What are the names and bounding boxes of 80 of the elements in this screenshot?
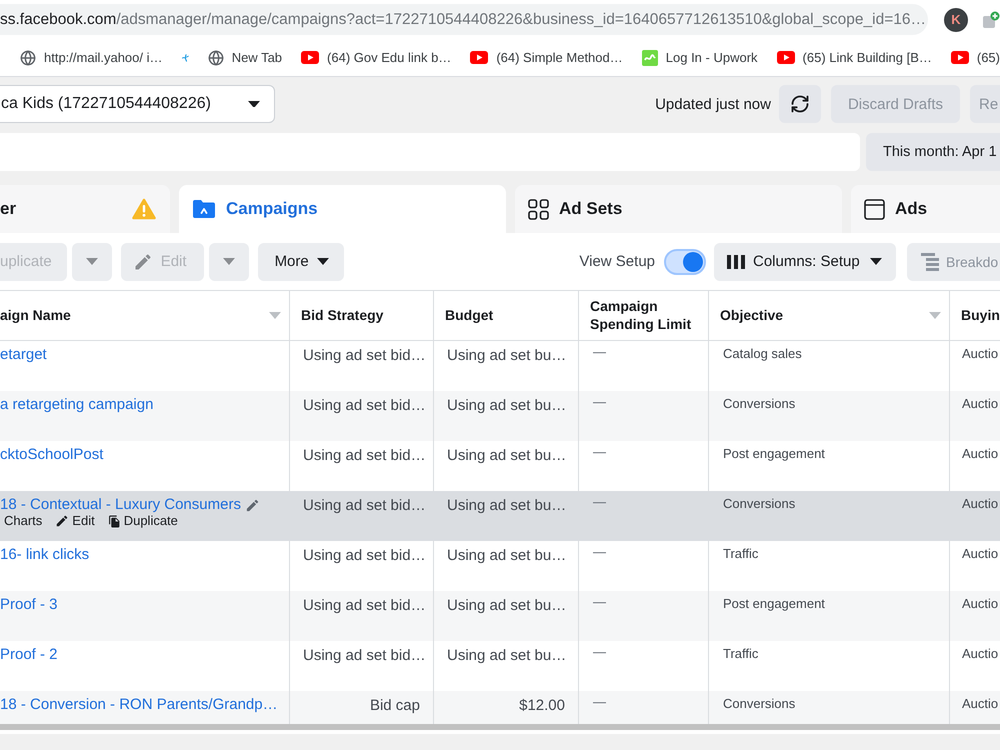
- columns-icon: [727, 254, 745, 268]
- table-cell-text: Auctio: [961, 445, 1000, 463]
- bookmark-link[interactable]: Log In - Upwork: [642, 50, 758, 66]
- table-row[interactable]: 16- link clicks Using ad set bid… Using ad set bu… — Traffic Auctio: [0, 541, 1000, 591]
- globe-icon: [20, 50, 36, 66]
- bookmark-link[interactable]: (64) Gov Edu link b…: [301, 50, 452, 65]
- table-cell-text: Auctio: [961, 345, 1000, 363]
- column-header[interactable]: Campaign Spending Limit: [590, 298, 700, 333]
- campaign-name-link[interactable]: 18 - Conversion - RON Parents/Grandp…: [0, 695, 278, 715]
- table-row[interactable]: cktoSchoolPost Using ad set bid… Using ad set bu… — Post engagement Auctio: [0, 441, 1000, 491]
- campaign-name-link[interactable]: 18 - Contextual - Luxury Consumers: [0, 495, 241, 515]
- bookmark-link[interactable]: (64) Simple Method…: [470, 50, 623, 65]
- caret-icon: [86, 258, 98, 265]
- copy-icon: [108, 514, 121, 528]
- table-row[interactable]: 18 - Contextual - Luxury Consumers Charts Edit Duplicate Using ad set bid… Using ad set bu… — Conversions Auctio: [0, 491, 1000, 541]
- profile-avatar[interactable]: K: [944, 8, 968, 32]
- table-row[interactable]: 18 - Conversion - RON Parents/Grandp… Bid cap $12.00 — Conversions Auctio: [0, 691, 1000, 724]
- scrollbar-thumb[interactable]: [0, 724, 1000, 730]
- campaign-name-link[interactable]: a retargeting campaign: [0, 395, 154, 415]
- url-text: ss.facebook.com/adsmanager/manage/campaigns?act=1722710544408226&business_id=1640657712613510&global_scope_id=16…: [0, 10, 926, 28]
- play-icon: [776, 51, 795, 64]
- play-icon: [950, 51, 969, 64]
- account-selector[interactable]: ca Kids (1722710544408226): [0, 85, 275, 123]
- table-row[interactable]: a retargeting campaign Using ad set bid… Using ad set bu… — Conversions Auctio: [0, 391, 1000, 441]
- bookmark-link[interactable]: New Tab: [208, 50, 282, 66]
- tab[interactable]: Ads: [851, 185, 1000, 233]
- stacked-bars-icon: [920, 252, 940, 270]
- table-cell-text: Auctio: [961, 395, 1000, 413]
- campaign-name-link[interactable]: cktoSchoolPost: [0, 445, 104, 465]
- column-header[interactable]: aign Name: [0, 306, 71, 324]
- table-row[interactable]: etarget Using ad set bid… Using ad set bu… — Catalog sales Auctio: [0, 341, 1000, 391]
- column-header[interactable]: Bid Strategy: [301, 306, 384, 324]
- pencil-icon[interactable]: [244, 498, 260, 512]
- row-action-link[interactable]: Edit: [55, 513, 95, 529]
- pencil-icon: [132, 252, 153, 272]
- table-cell-text: Auctio: [961, 645, 1000, 663]
- more-menu-button[interactable]: More: [258, 242, 344, 280]
- column-header[interactable]: Buyin: [961, 306, 1000, 324]
- extension-icon[interactable]: [982, 10, 1000, 28]
- folder-icon: [192, 199, 216, 219]
- globe-icon: [208, 50, 224, 66]
- caret-icon: [870, 258, 882, 265]
- column-header[interactable]: Objective: [720, 306, 784, 324]
- date-range-button[interactable]: This month: Apr 1: [866, 133, 1000, 171]
- table-row[interactable]: Proof - 2 Using ad set bid… Using ad set bu… — Traffic Auctio: [0, 641, 1000, 691]
- bookmark-link[interactable]: http://mail.yahoo/ i…: [20, 50, 162, 66]
- columns-button[interactable]: Columns: Setup: [714, 242, 896, 280]
- refresh-button[interactable]: [778, 85, 821, 123]
- campaign-name-link[interactable]: Proof - 3: [0, 595, 58, 615]
- table-cell-text: Auctio: [961, 595, 1000, 613]
- play-icon: [470, 51, 488, 64]
- address-bar[interactable]: ss.facebook.com/adsmanager/manage/campaigns?act=1722710544408226&business_id=1640657712613510&global_scope_id=16…: [0, 4, 928, 35]
- refresh-icon: [790, 94, 810, 114]
- table-cell-text: Auctio: [961, 495, 1000, 513]
- table-cell-text: Auctio: [961, 695, 1000, 713]
- view-setup-label: View Setup: [579, 253, 655, 270]
- campaign-name-link[interactable]: etarget: [0, 345, 47, 365]
- play-icon: [301, 51, 320, 64]
- caret-icon: [248, 100, 260, 108]
- column-header[interactable]: Budget: [445, 306, 494, 324]
- window-icon: [864, 198, 885, 220]
- row-action-link[interactable]: Charts: [4, 513, 42, 529]
- logo-icon: [642, 50, 658, 66]
- row-action-link[interactable]: Duplicate: [108, 513, 178, 529]
- caret-icon: [222, 258, 235, 265]
- table-row[interactable]: Proof - 3 Using ad set bid… Using ad set bu… — Post engagement Auctio: [0, 591, 1000, 641]
- sync-status: Updated just now: [655, 96, 771, 112]
- scrollbar-track[interactable]: [0, 724, 1000, 734]
- tab[interactable]: er: [0, 185, 170, 233]
- campaign-name-link[interactable]: 16- link clicks: [0, 545, 90, 565]
- tab[interactable]: Ad Sets: [515, 185, 842, 233]
- pencil-icon: [55, 514, 70, 528]
- view-setup-toggle[interactable]: [664, 248, 706, 274]
- tab[interactable]: Campaigns: [179, 185, 506, 233]
- bookmark-link[interactable]: (65): [950, 50, 1000, 65]
- bookmark-link[interactable]: (65) Link Building [B…: [776, 50, 932, 65]
- caret-icon: [316, 258, 329, 265]
- grid-icon: [528, 198, 549, 220]
- campaign-name-link[interactable]: Proof - 2: [0, 645, 58, 665]
- table-cell-text: Auctio: [961, 545, 1000, 563]
